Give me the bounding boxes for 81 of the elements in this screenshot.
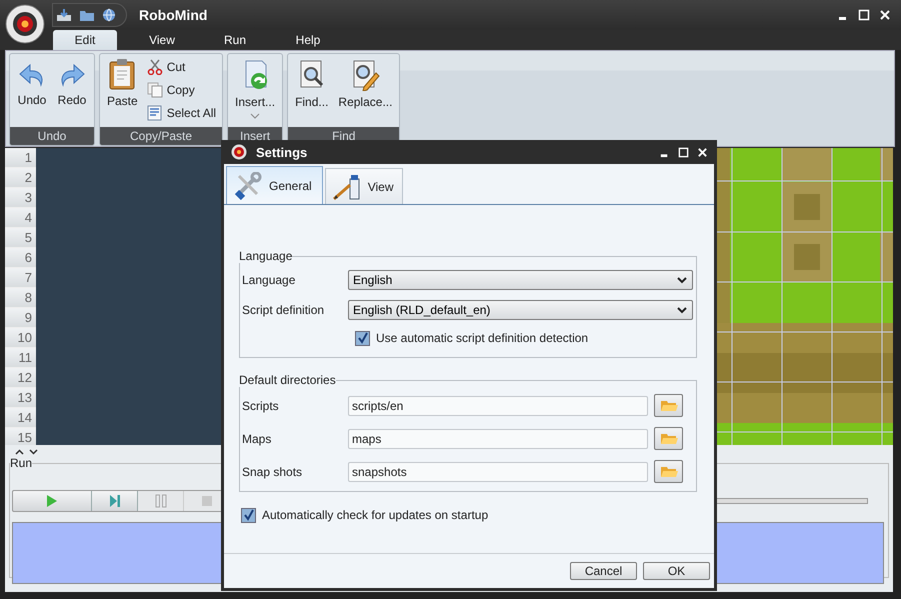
panel-title: Run (10, 456, 32, 470)
line-number: 1 (5, 148, 36, 168)
menu-tab[interactable]: Run (200, 30, 270, 50)
dropdown[interactable]: English (348, 270, 693, 290)
app-logo-icon (231, 144, 247, 160)
dialog-button[interactable]: Cancel (570, 562, 637, 580)
scissors-icon (146, 58, 163, 74)
field-label: Maps (242, 432, 272, 446)
play-icon (46, 494, 58, 508)
chevron-down-icon[interactable] (29, 448, 38, 454)
line-number: 2 (5, 168, 36, 188)
close-icon[interactable] (697, 146, 708, 158)
chevron-down-icon (677, 276, 687, 284)
save-icon[interactable] (56, 8, 72, 22)
pause-icon (154, 494, 166, 508)
stop-icon (200, 495, 212, 507)
group-title: Default directories (239, 373, 336, 387)
input-field[interactable]: snapshots (348, 462, 648, 482)
line-number: 12 (5, 368, 36, 388)
ribbon-button[interactable]: Undo (13, 57, 51, 109)
dialog-title: Settings (256, 144, 308, 160)
maximize-icon[interactable] (678, 146, 689, 158)
settings-tab[interactable]: View (324, 168, 402, 204)
line-number: 4 (5, 208, 36, 228)
input-field[interactable]: scripts/en (348, 396, 648, 416)
ribbon-group-label: Copy/Paste (100, 127, 222, 145)
step-icon (108, 494, 120, 508)
clipboard-icon (107, 58, 138, 90)
line-number: 14 (5, 408, 36, 428)
folder-icon (660, 465, 678, 478)
folder-icon (660, 399, 678, 412)
menu-tab[interactable]: Help (273, 30, 343, 50)
line-number: 8 (5, 288, 36, 308)
line-number: 7 (5, 268, 36, 288)
field-label: Script definition (242, 303, 326, 317)
settings-tab[interactable]: General (226, 166, 323, 204)
copy-icon (146, 82, 163, 98)
window-title: RoboMind (139, 7, 208, 23)
ribbon-button[interactable]: Insert... (231, 57, 280, 121)
line-number: 6 (5, 248, 36, 268)
line-number: 5 (5, 228, 36, 248)
menu-tab[interactable]: Edit (53, 30, 117, 50)
checkbox-label: Automatically check for updates on startup (262, 508, 488, 522)
group-title: Language (239, 249, 292, 263)
field-label: Language (242, 273, 296, 287)
ribbon-group-label: Undo (10, 127, 94, 145)
dialog-button[interactable]: OK (643, 562, 710, 580)
field-label: Scripts (242, 398, 280, 412)
browse-button[interactable] (654, 394, 683, 417)
chevron-up-icon[interactable] (15, 448, 24, 454)
chevron-down-icon (250, 113, 260, 119)
checkbox[interactable] (241, 508, 256, 522)
browse-button[interactable] (654, 460, 683, 483)
ribbon-button[interactable]: Copy (144, 79, 220, 100)
ribbon-button[interactable]: Paste (103, 56, 142, 110)
ribbon-button[interactable]: Cut (144, 56, 220, 77)
ribbon-button[interactable]: Replace... (334, 57, 396, 111)
browse-button[interactable] (654, 427, 683, 450)
line-number: 11 (5, 348, 36, 368)
globe-icon[interactable] (102, 8, 116, 22)
checkbox[interactable] (355, 330, 370, 346)
chevron-down-icon (677, 306, 687, 314)
dropdown[interactable]: English (RLD_default_en) (348, 300, 693, 320)
tools-icon (233, 172, 263, 200)
line-number: 3 (5, 188, 36, 208)
line-number: 9 (5, 308, 36, 328)
menu-tab[interactable]: View (127, 30, 197, 50)
maximize-icon[interactable] (858, 9, 870, 21)
line-number: 13 (5, 388, 36, 408)
ribbon-button[interactable]: Find... (291, 57, 332, 111)
ribbon-button[interactable]: Redo (53, 57, 91, 109)
input-field[interactable]: maps (348, 428, 648, 448)
folder-icon[interactable] (79, 8, 95, 22)
checkbox-label: Use automatic script definition detection (376, 331, 588, 345)
folder-icon (660, 432, 678, 445)
ribbon-button[interactable]: Select All (144, 102, 220, 123)
select-all-icon (146, 104, 163, 120)
field-label: Snap shots (242, 464, 304, 478)
line-number: 10 (5, 328, 36, 348)
close-icon[interactable] (879, 9, 891, 21)
paint-brush-icon (332, 172, 362, 200)
